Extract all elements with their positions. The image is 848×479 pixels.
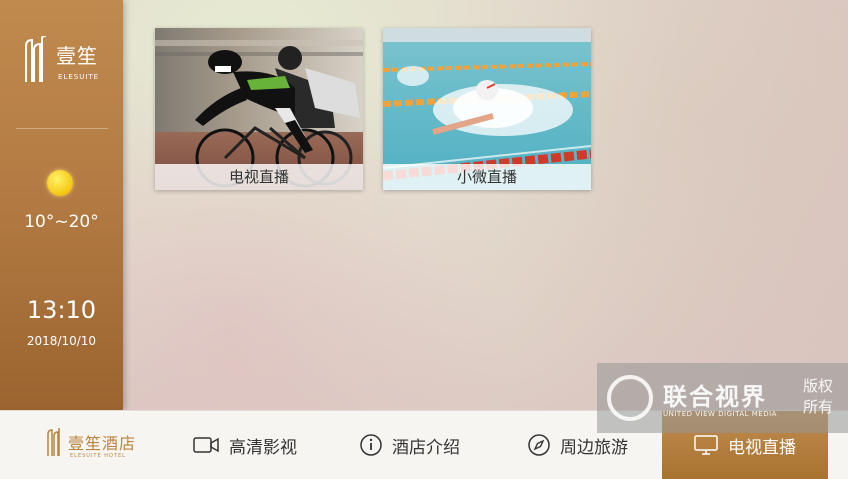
watermark-logo-icon: [607, 375, 653, 421]
logo-text-en: ELESUITE: [58, 73, 100, 81]
nav-hotel-intro[interactable]: 酒店介绍: [360, 411, 460, 479]
tile-tv-live[interactable]: 电视直播: [155, 28, 363, 190]
logo-mark-icon: [25, 36, 47, 82]
hotel-logo: 壹笙酒店 ELESUITE HOTEL: [46, 425, 136, 465]
logo-text-cn: 壹笙: [56, 44, 98, 68]
sidebar-logo: 壹笙 ELESUITE: [22, 36, 102, 88]
clock: 13:10: [26, 296, 97, 324]
nav-hd-movies[interactable]: 高清影视: [193, 411, 297, 479]
temperature: 10°~20°: [24, 212, 99, 232]
video-camera-icon: [193, 437, 219, 453]
nav-label: 高清影视: [229, 437, 297, 458]
date: 2018/10/10: [26, 334, 97, 348]
sidebar: 壹笙 ELESUITE 10°~20° 13:10 2018/10/10: [0, 0, 123, 410]
watermark-text-en: UNITED VIEW DIGITAL MEDIA: [663, 410, 777, 418]
watermark-copyright: 版权所有: [803, 377, 834, 416]
compass-icon: [528, 434, 550, 456]
sidebar-divider: [16, 128, 108, 129]
tile-label: 电视直播: [155, 164, 363, 190]
nav-label: 周边旅游: [560, 437, 628, 458]
hotel-logo-cn: 壹笙酒店: [68, 434, 137, 453]
tv-icon: [694, 435, 718, 455]
info-icon: [360, 434, 382, 456]
tile-mini-live[interactable]: 小微直播: [383, 28, 591, 190]
logo-mark-icon: [47, 428, 60, 456]
tile-label: 小微直播: [383, 164, 591, 190]
nav-label: 电视直播: [728, 437, 796, 458]
watermark: 联合视界 UNITED VIEW DIGITAL MEDIA 版权所有: [597, 363, 848, 433]
watermark-text-cn: 联合视界: [663, 383, 767, 411]
sun-icon: [47, 170, 73, 196]
nav-label: 酒店介绍: [392, 437, 460, 458]
hotel-logo-en: ELESUITE HOTEL: [70, 453, 126, 459]
